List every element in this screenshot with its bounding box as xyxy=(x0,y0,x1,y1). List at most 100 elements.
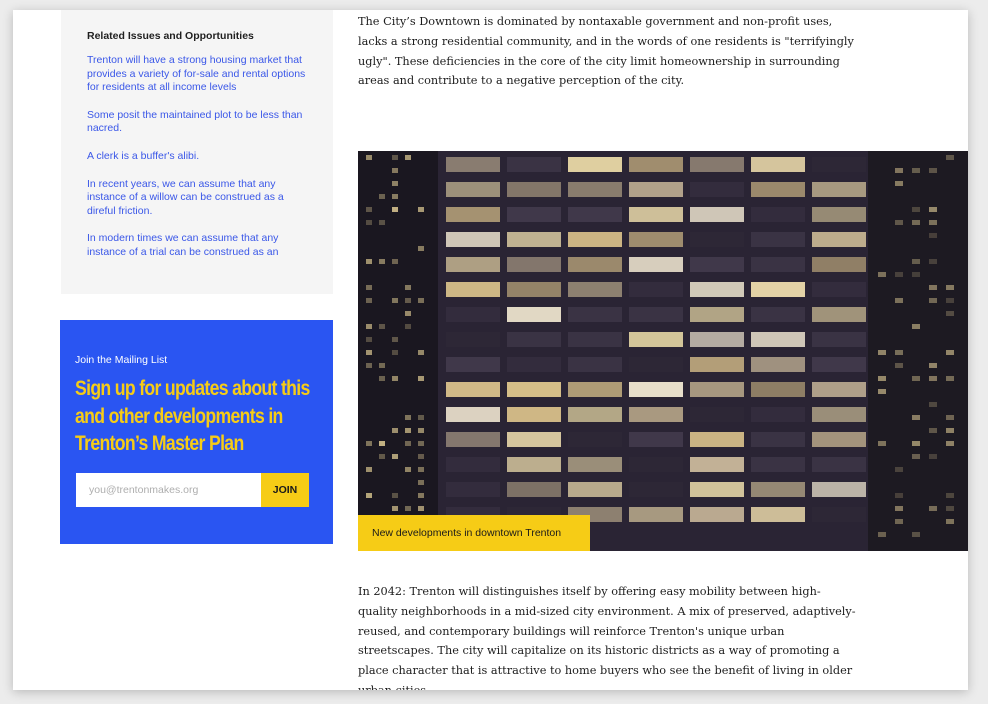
tower-window xyxy=(812,382,866,397)
tower-window xyxy=(690,407,744,422)
side-window xyxy=(929,376,937,381)
tower-window xyxy=(690,432,744,447)
signup-form: JOIN xyxy=(76,473,309,507)
related-issue-link[interactable]: Trenton will have a strong housing marke… xyxy=(87,54,307,95)
side-window xyxy=(929,259,937,264)
side-window xyxy=(418,350,424,355)
tower-window xyxy=(690,382,744,397)
tower-window xyxy=(568,357,622,372)
side-window xyxy=(895,519,903,524)
tower-window xyxy=(629,382,683,397)
tower-window xyxy=(507,407,561,422)
side-window xyxy=(379,259,385,264)
tower-window xyxy=(446,232,500,247)
side-window xyxy=(379,194,385,199)
side-window xyxy=(946,155,954,160)
related-issue-link[interactable]: A clerk is a buffer's alibi. xyxy=(87,150,307,164)
tower-window xyxy=(507,257,561,272)
tower-window xyxy=(629,332,683,347)
side-window xyxy=(392,155,398,160)
tower-window xyxy=(446,432,500,447)
side-window xyxy=(366,467,372,472)
tower-window xyxy=(568,332,622,347)
tower-window xyxy=(568,432,622,447)
tower-window xyxy=(690,307,744,322)
side-window xyxy=(405,428,411,433)
tower-window xyxy=(507,182,561,197)
side-window xyxy=(929,220,937,225)
side-window xyxy=(366,324,372,329)
related-issue-link[interactable]: In modern times we can assume that any i… xyxy=(87,232,307,259)
side-window xyxy=(366,285,372,290)
tower-window xyxy=(751,182,805,197)
related-issue-link[interactable]: Some posit the maintained plot to be les… xyxy=(87,109,307,136)
tower-window xyxy=(629,307,683,322)
side-window xyxy=(895,363,903,368)
tower-window xyxy=(568,257,622,272)
tower-window xyxy=(812,157,866,172)
side-window xyxy=(405,311,411,316)
tower-window xyxy=(690,282,744,297)
side-window xyxy=(392,376,398,381)
tower-window xyxy=(629,282,683,297)
side-window xyxy=(418,493,424,498)
side-window xyxy=(392,298,398,303)
tower-window xyxy=(446,182,500,197)
tower-window xyxy=(629,432,683,447)
tower-window xyxy=(629,407,683,422)
tower-window xyxy=(690,232,744,247)
tower-window xyxy=(751,232,805,247)
tower-window xyxy=(812,457,866,472)
side-window xyxy=(929,506,937,511)
tower-window xyxy=(507,157,561,172)
side-window xyxy=(405,441,411,446)
tower-window xyxy=(812,357,866,372)
page: Related Issues and Opportunities Trenton… xyxy=(13,10,968,690)
tower-window xyxy=(690,482,744,497)
side-window xyxy=(392,337,398,342)
side-window xyxy=(912,415,920,420)
tower-window xyxy=(629,507,683,522)
side-window xyxy=(912,532,920,537)
tower-window xyxy=(629,157,683,172)
side-window xyxy=(392,506,398,511)
tower-window xyxy=(446,457,500,472)
tower-window xyxy=(568,207,622,222)
side-window xyxy=(366,337,372,342)
body-paragraph: In 2042: Trenton will distinguishes itse… xyxy=(358,585,856,690)
tower-window xyxy=(812,207,866,222)
side-window xyxy=(946,441,954,446)
tower-window xyxy=(446,282,500,297)
side-window xyxy=(912,220,920,225)
side-window xyxy=(878,272,886,277)
side-window xyxy=(379,363,385,368)
side-window xyxy=(366,155,372,160)
tower-window xyxy=(568,282,622,297)
side-window xyxy=(405,324,411,329)
tower-window xyxy=(446,257,500,272)
join-button[interactable]: JOIN xyxy=(261,473,309,507)
tower-window xyxy=(507,232,561,247)
email-input[interactable] xyxy=(76,473,261,507)
related-issues-title: Related Issues and Opportunities xyxy=(87,30,254,42)
tower-window xyxy=(507,207,561,222)
side-window xyxy=(418,246,424,251)
side-window xyxy=(418,441,424,446)
side-window xyxy=(912,324,920,329)
side-window xyxy=(418,428,424,433)
side-window xyxy=(929,285,937,290)
tower-window xyxy=(690,457,744,472)
tower-window xyxy=(446,357,500,372)
side-window xyxy=(392,350,398,355)
tower-window xyxy=(507,357,561,372)
side-window xyxy=(418,376,424,381)
side-window xyxy=(392,454,398,459)
side-window xyxy=(392,493,398,498)
side-window xyxy=(946,428,954,433)
related-issue-link[interactable]: In recent years, we can assume that any … xyxy=(87,178,307,219)
tower-window xyxy=(629,482,683,497)
side-window xyxy=(366,441,372,446)
tower-window xyxy=(751,382,805,397)
tower-window xyxy=(507,307,561,322)
side-window xyxy=(912,376,920,381)
